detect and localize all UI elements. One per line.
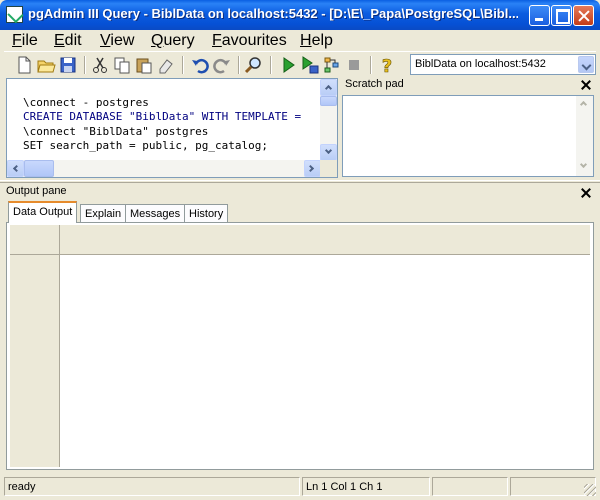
scroll-up-button[interactable] xyxy=(320,79,337,96)
title-bar[interactable]: pgAdmin III Query - BiblData on localhos… xyxy=(0,0,600,30)
grid-row-header xyxy=(10,225,60,467)
maximize-button[interactable] xyxy=(551,5,572,26)
status-cursor-position: Ln 1 Col 1 Ch 1 xyxy=(302,477,430,496)
scratch-pad-label: Scratch pad xyxy=(345,78,404,90)
menu-query[interactable]: Query xyxy=(151,32,195,50)
minimize-button[interactable] xyxy=(529,5,550,26)
menu-file[interactable]: File xyxy=(12,32,38,50)
toolbar-separator xyxy=(370,56,372,74)
find-icon[interactable] xyxy=(244,55,264,75)
tab-messages[interactable]: Messages xyxy=(125,204,186,222)
scratch-pad-scrollbar[interactable] xyxy=(576,96,593,176)
scroll-corner xyxy=(320,160,337,177)
scroll-thumb[interactable] xyxy=(320,96,337,106)
scroll-up-button[interactable] xyxy=(576,96,593,113)
menu-edit[interactable]: Edit xyxy=(54,32,82,50)
tab-history[interactable]: History xyxy=(184,204,229,222)
tab-label: Messages xyxy=(130,208,181,220)
window-title: pgAdmin III Query - BiblData on localhos… xyxy=(28,6,518,21)
status-message: ready xyxy=(4,477,300,496)
scroll-right-button[interactable] xyxy=(304,160,321,177)
data-grid[interactable] xyxy=(10,225,590,467)
connection-select[interactable]: BiblData on localhost:5432 xyxy=(410,54,596,75)
paste-icon[interactable] xyxy=(134,55,154,75)
menu-bar: File Edit View Query Favourites Help xyxy=(4,30,596,51)
toolbar-separator xyxy=(182,56,184,74)
new-file-icon[interactable] xyxy=(14,55,34,75)
cancel-icon[interactable] xyxy=(344,55,364,75)
app-icon xyxy=(6,6,23,23)
toolbar-separator xyxy=(238,56,240,74)
editor-line: \connect - postgres xyxy=(23,95,149,109)
editor-line: CREATE DATABASE "BiblData" WITH TEMPLATE… xyxy=(23,110,308,123)
clear-icon[interactable] xyxy=(156,55,176,75)
tab-explain[interactable]: Explain xyxy=(80,204,127,222)
editor-horizontal-scrollbar[interactable] xyxy=(7,160,323,177)
redo-icon[interactable] xyxy=(212,55,232,75)
tab-label: History xyxy=(189,208,224,220)
scroll-down-button[interactable] xyxy=(320,144,337,161)
explain-icon[interactable] xyxy=(322,55,342,75)
menu-view[interactable]: View xyxy=(100,32,134,50)
menu-help[interactable]: Help xyxy=(300,32,333,50)
scratch-pad-input[interactable] xyxy=(342,95,594,177)
grid-column-header xyxy=(10,225,590,255)
editor-line: SET search_path = public, pg_catalog; xyxy=(23,139,269,152)
close-icon[interactable] xyxy=(580,187,592,199)
scratch-pad-title: Scratch pad xyxy=(342,78,596,94)
sql-editor[interactable]: \connect - postgres CREATE DATABASE "Bib… xyxy=(6,78,338,178)
cut-icon[interactable] xyxy=(90,55,110,75)
output-pane-title: Output pane xyxy=(6,185,67,197)
resize-grip[interactable] xyxy=(584,484,596,496)
scroll-thumb[interactable] xyxy=(24,160,54,177)
data-output-panel xyxy=(6,222,594,470)
svg-text:?: ? xyxy=(382,56,392,75)
status-pane xyxy=(432,477,508,496)
help-icon[interactable]: ? xyxy=(377,55,397,75)
close-window-button[interactable] xyxy=(573,5,594,26)
menu-favourites[interactable]: Favourites xyxy=(212,32,287,50)
close-icon[interactable] xyxy=(580,79,592,91)
open-folder-icon[interactable] xyxy=(36,55,56,75)
copy-icon[interactable] xyxy=(112,55,132,75)
toolbar-separator xyxy=(84,56,86,74)
scroll-left-button[interactable] xyxy=(7,160,24,177)
execute-icon[interactable] xyxy=(278,55,298,75)
connection-select-value: BiblData on localhost:5432 xyxy=(415,58,546,70)
toolbar: ? BiblData on localhost:5432 xyxy=(4,51,596,77)
toolbar-separator xyxy=(270,56,272,74)
chevron-down-icon[interactable] xyxy=(578,56,594,73)
tab-data-output[interactable]: Data Output xyxy=(8,201,78,223)
undo-icon[interactable] xyxy=(190,55,210,75)
status-bar: ready Ln 1 Col 1 Ch 1 xyxy=(4,476,596,496)
scratch-pad-panel: Scratch pad xyxy=(342,78,596,178)
editor-line: \connect "BiblData" postgres xyxy=(23,124,209,138)
scroll-down-button[interactable] xyxy=(576,159,593,176)
save-icon[interactable] xyxy=(58,55,78,75)
tab-label: Data Output xyxy=(13,206,73,218)
editor-vertical-scrollbar[interactable] xyxy=(320,79,337,161)
pane-splitter[interactable] xyxy=(0,180,600,183)
tab-label: Explain xyxy=(85,208,122,220)
grid-corner-cell[interactable] xyxy=(10,225,60,255)
execute-to-file-icon[interactable] xyxy=(300,55,320,75)
